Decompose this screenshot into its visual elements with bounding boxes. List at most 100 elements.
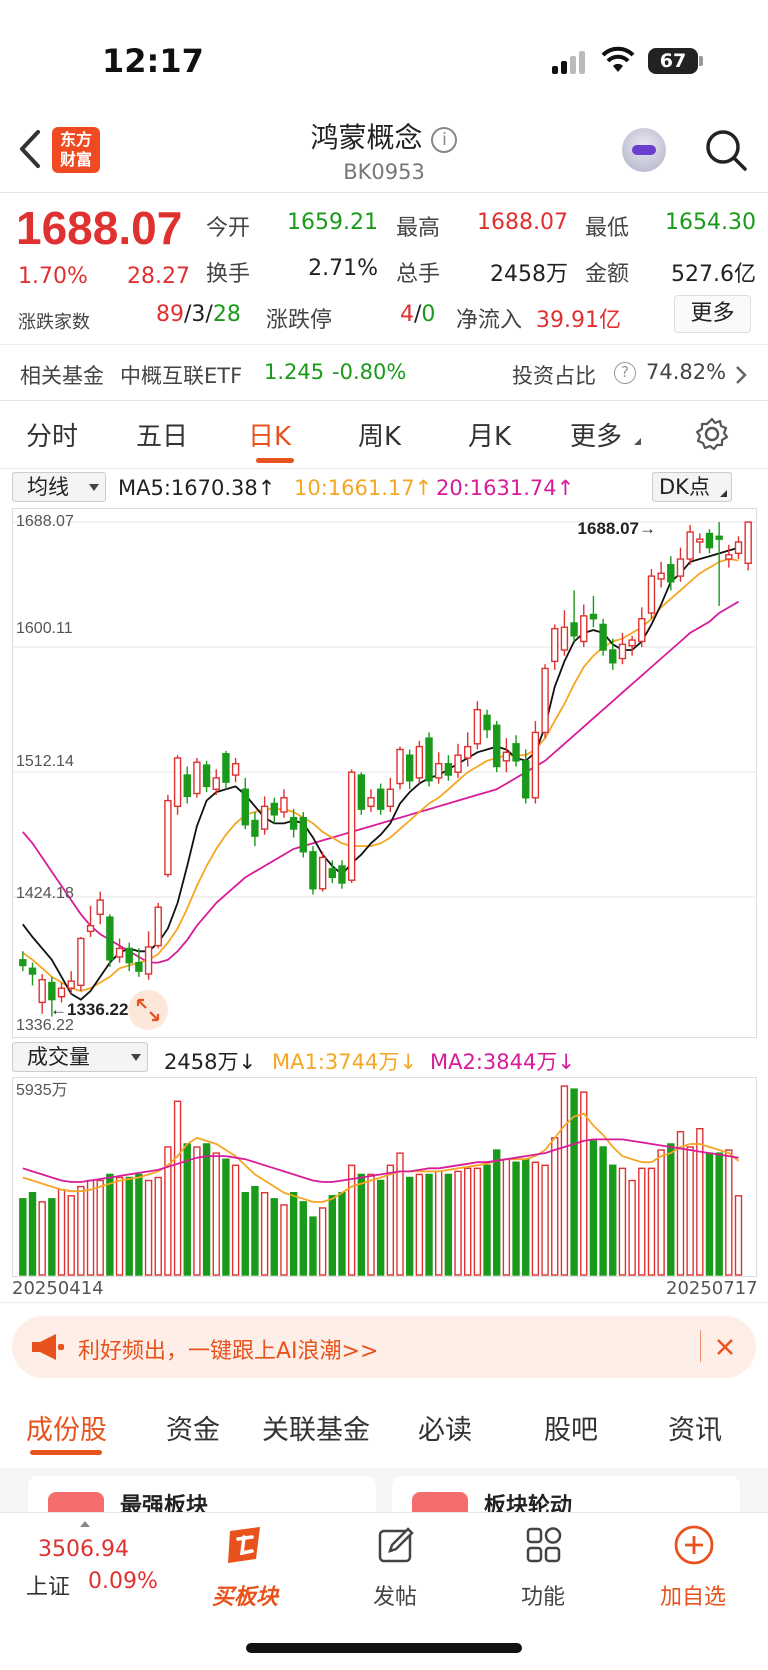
tab-weekly-k[interactable]: 周K xyxy=(358,416,401,453)
candle-body xyxy=(628,639,636,647)
volume-max-label: 5935万 xyxy=(16,1082,68,1099)
candle-body xyxy=(328,868,337,879)
volume-bar xyxy=(580,1091,588,1276)
divider xyxy=(0,468,768,469)
ma20-line xyxy=(22,600,739,964)
candle-body xyxy=(667,564,675,583)
change-value: 28.27 xyxy=(127,264,190,289)
volume-bar xyxy=(309,1216,317,1276)
volume-bar xyxy=(38,1201,46,1276)
candlestick-chart[interactable]: 1688.07 1600.11 1512.14 1424.18 1336.22 … xyxy=(12,508,757,1038)
candle-body xyxy=(715,535,723,540)
candle-body xyxy=(386,788,395,808)
tab-must-read[interactable]: 必读 xyxy=(418,1408,472,1447)
tab-constituents[interactable]: 成份股 xyxy=(26,1408,107,1447)
candle-body xyxy=(251,819,259,837)
tab-underline xyxy=(256,458,294,463)
settings-gear-icon[interactable] xyxy=(694,416,730,452)
candle-body xyxy=(647,575,656,614)
close-icon[interactable] xyxy=(716,1338,734,1356)
candle-body xyxy=(183,774,191,798)
tab-monthly-k[interactable]: 月K xyxy=(468,416,511,453)
tab-five-day[interactable]: 五日 xyxy=(136,416,188,453)
related-fund-row[interactable]: 相关基金 中概互联ETF 1.245 -0.80% 投资占比 ? 74.82% xyxy=(0,350,768,398)
home-indicator xyxy=(246,1643,522,1653)
tab-intraday[interactable]: 分时 xyxy=(26,416,78,453)
ma-legend-row: 均线 MA5:1670.38↑ 10:1661.17↑ 20:1631.74↑ … xyxy=(0,470,768,508)
caret-down-icon xyxy=(131,1054,141,1061)
volume-bar xyxy=(183,1143,191,1276)
volume-value: 2458万 xyxy=(490,262,568,287)
add-watchlist-label: 加自选 xyxy=(659,1585,726,1610)
tab-funds-flow[interactable]: 资金 xyxy=(166,1408,220,1447)
banner-text: 利好频出，一键跟上AI浪潮>> xyxy=(78,1339,379,1364)
card-strongest-sector[interactable]: 最强板块 xyxy=(28,1476,376,1514)
volume-bar xyxy=(725,1149,733,1276)
volume-bar xyxy=(57,1188,66,1276)
card-sector-rotation[interactable]: 板块轮动 xyxy=(392,1476,740,1514)
start-date: 20250414 xyxy=(12,1278,104,1299)
tab-news[interactable]: 资讯 xyxy=(668,1408,722,1447)
volume-chart[interactable]: 5935万 xyxy=(12,1077,757,1277)
help-icon[interactable]: ? xyxy=(614,362,636,384)
candle-body xyxy=(154,906,162,947)
expand-chart-icon[interactable] xyxy=(128,990,168,1030)
volume-bar xyxy=(376,1179,385,1276)
more-button[interactable]: 更多 xyxy=(674,295,751,333)
volume-bar xyxy=(173,1100,182,1276)
volume-bar xyxy=(280,1204,288,1276)
candle-body xyxy=(86,924,95,933)
tab-daily-k[interactable]: 日K xyxy=(248,416,291,453)
candle-body xyxy=(48,981,56,1001)
open-value: 1659.21 xyxy=(287,210,378,235)
volume-bar xyxy=(125,1176,133,1276)
volume-bar xyxy=(502,1158,511,1276)
info-icon[interactable]: i xyxy=(431,127,458,153)
divider xyxy=(0,344,768,345)
volume-bar xyxy=(106,1173,114,1276)
volume-bar xyxy=(425,1173,433,1276)
volume-bar xyxy=(560,1085,569,1276)
candle-body xyxy=(734,541,743,555)
search-icon[interactable] xyxy=(704,128,748,172)
slash: / xyxy=(205,302,213,327)
dk-point-button[interactable]: DK点 xyxy=(652,472,732,502)
candle-body xyxy=(405,754,414,782)
tab-forum[interactable]: 股吧 xyxy=(544,1408,598,1447)
arrow-right: → xyxy=(639,519,656,538)
volume-bar xyxy=(531,1161,540,1276)
candle-body xyxy=(367,797,375,808)
grid-apps-icon xyxy=(526,1527,562,1563)
candle-body xyxy=(522,760,530,799)
up-arrow: ↑ xyxy=(556,476,575,500)
candle-body xyxy=(618,643,627,660)
volume-bar xyxy=(144,1179,153,1276)
candle-body xyxy=(357,774,366,810)
tab-more[interactable]: 更多 xyxy=(570,416,622,453)
candle-body xyxy=(28,967,37,975)
candle-body xyxy=(309,851,317,890)
candle-body xyxy=(609,649,617,664)
buy-sector-label: 买板块 xyxy=(211,1585,278,1610)
volume-bar xyxy=(251,1185,259,1276)
volume-bar xyxy=(77,1185,85,1276)
up-count: 89 xyxy=(156,302,184,327)
fund-name: 中概互联ETF xyxy=(120,364,243,388)
volume-bar xyxy=(493,1149,501,1276)
caret-down-icon xyxy=(89,484,99,491)
volume-bar xyxy=(676,1131,685,1276)
volume-bar xyxy=(328,1195,337,1276)
indicator-dropdown[interactable]: 均线 xyxy=(12,472,106,502)
inflow-value: 39.91亿 xyxy=(536,308,621,333)
add-circle-icon xyxy=(674,1525,714,1565)
volume-dropdown[interactable]: 成交量 xyxy=(12,1042,148,1072)
candle-body xyxy=(193,761,201,795)
volume-bar xyxy=(657,1149,665,1276)
candle-body xyxy=(396,748,404,785)
index-ticker[interactable]: 3506.94 上证 0.09% xyxy=(18,1513,178,1609)
robot-avatar-icon[interactable] xyxy=(622,128,666,172)
tab-related-funds[interactable]: 关联基金 xyxy=(262,1408,370,1447)
candle-body xyxy=(135,961,143,972)
volume-bar xyxy=(338,1192,346,1276)
promo-banner[interactable]: 利好频出，一键跟上AI浪潮>> xyxy=(12,1316,756,1378)
